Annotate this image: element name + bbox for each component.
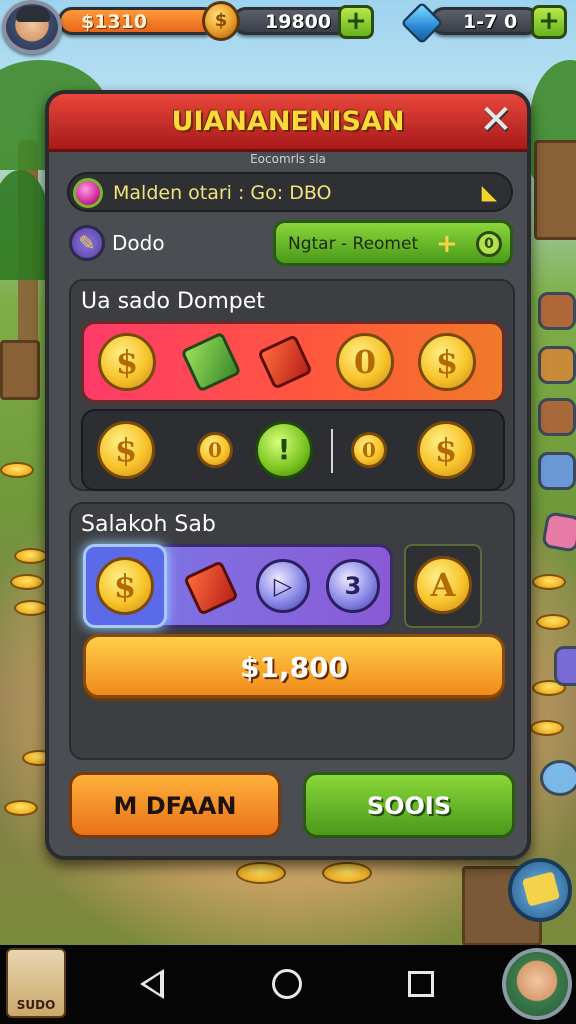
zero-coin-icon[interactable]: 0: [336, 333, 394, 391]
dollar-coin-icon[interactable]: $: [418, 333, 476, 391]
offer-strip: $ ▷ 3: [83, 544, 393, 628]
add-gold-button[interactable]: +: [338, 5, 374, 39]
bg-coin: [0, 462, 34, 478]
top-hud: $1310 19800 $ + 1-7 0 +: [0, 0, 576, 54]
divider: [331, 429, 333, 473]
a-coin-icon[interactable]: A: [414, 556, 472, 614]
gem-bar: 1-7 0: [430, 7, 540, 35]
reward-strip-top: $ 0 $: [81, 321, 505, 403]
dollar-coin-icon[interactable]: $: [96, 557, 154, 615]
back-icon[interactable]: [140, 969, 164, 999]
dollar-coin-icon[interactable]: $: [97, 421, 155, 479]
player-avatar-icon[interactable]: [2, 0, 62, 54]
side-tool-button[interactable]: [538, 292, 576, 330]
bg-coin: [322, 862, 372, 884]
salakoh-section: Salakoh Sab $ ▷ 3 A $1,800: [69, 502, 515, 760]
bg-coin: [536, 614, 570, 630]
side-flower-button[interactable]: [538, 452, 576, 490]
left-action-label: M DFAAN: [113, 792, 237, 820]
bg-coin: [236, 862, 286, 884]
crate: [0, 340, 40, 400]
money-bar: $1310: [58, 7, 218, 35]
plus-icon: +: [538, 6, 560, 36]
pen-glyph: ✎: [78, 231, 96, 255]
buy-price-button[interactable]: $1,800: [83, 634, 505, 698]
sudo-app-icon[interactable]: SUDO: [6, 948, 66, 1018]
red-box-icon[interactable]: [257, 334, 313, 390]
recents-icon[interactable]: [408, 971, 434, 997]
gold-value: 19800: [265, 11, 332, 33]
coin-symbol: $: [214, 10, 228, 31]
info-bar[interactable]: Malden otari : Go: DBO ◣: [67, 172, 513, 212]
side-item-button[interactable]: [538, 398, 576, 436]
bg-coin: [14, 548, 48, 564]
dollar-coin-icon[interactable]: $: [98, 333, 156, 391]
small-coin-icon[interactable]: 0: [197, 432, 233, 468]
right-action-button[interactable]: SOOIS: [303, 772, 515, 838]
info-text: Malden otari : Go: DBO: [113, 182, 332, 204]
pink-gem-icon: [73, 178, 103, 208]
cheese-icon: [521, 871, 561, 907]
reomet-label: Ngtar - Reomet: [288, 234, 419, 254]
reward-strip-bottom: $ 0 ! 0 $: [81, 409, 505, 491]
three-coin-icon[interactable]: 3: [326, 559, 380, 613]
extra-slot[interactable]: A: [404, 544, 482, 628]
dompet-section: Ua sado Dompet $ 0 $ $ 0 ! 0 $: [69, 279, 515, 491]
side-gem-button[interactable]: [554, 646, 576, 686]
salakoh-title: Salakoh Sab: [81, 512, 216, 537]
green-coin-icon[interactable]: !: [255, 421, 313, 479]
dompet-title: Ua sado Dompet: [81, 289, 265, 314]
add-gems-button[interactable]: +: [531, 5, 567, 39]
right-action-label: SOOIS: [366, 792, 452, 820]
sudo-label: SUDO: [16, 998, 56, 1012]
bg-coin: [532, 574, 566, 590]
bush: [0, 170, 50, 280]
bg-coin: [4, 800, 38, 816]
bg-coin: [530, 720, 564, 736]
side-gift-button[interactable]: [541, 511, 576, 553]
red-box-icon[interactable]: [183, 560, 239, 616]
system-nav-bar: [0, 945, 576, 1024]
dialog-subtitle: Eocomrls sla: [250, 152, 326, 166]
pen-icon: ✎: [69, 225, 105, 261]
profile-avatar-icon[interactable]: [502, 948, 572, 1020]
side-map-button[interactable]: [538, 346, 576, 384]
dialog-header: UIANANENISAN ✕: [49, 94, 527, 152]
cheese-button-icon[interactable]: [508, 858, 572, 922]
left-action-button[interactable]: M DFAAN: [69, 772, 281, 838]
side-disc-button[interactable]: [540, 760, 576, 796]
close-button[interactable]: ✕: [479, 100, 513, 140]
money-value: $1310: [81, 11, 148, 33]
shop-dialog: UIANANENISAN ✕ Eocomrls sla Malden otari…: [45, 90, 531, 860]
hut: [534, 140, 576, 240]
play-coin-icon[interactable]: ▷: [256, 559, 310, 613]
bg-coin: [10, 574, 44, 590]
coin-icon: 0: [476, 231, 502, 257]
coin-icon: $: [202, 1, 240, 41]
plus-icon: +: [345, 6, 367, 36]
home-icon[interactable]: [272, 969, 302, 999]
green-box-icon[interactable]: [180, 331, 242, 393]
small-coin-icon[interactable]: 0: [351, 432, 387, 468]
dollar-coin-icon[interactable]: $: [417, 421, 475, 479]
bg-coin: [14, 600, 48, 616]
dodo-label: Dodo: [112, 231, 165, 255]
gem-value: 1-7 0: [463, 11, 518, 33]
dialog-title: UIANANENISAN: [171, 106, 405, 137]
reomet-button[interactable]: Ngtar - Reomet + 0: [273, 220, 513, 266]
arrow-icon: ◣: [481, 180, 497, 204]
price-label: $1,800: [239, 651, 349, 684]
plus-icon: +: [436, 229, 458, 259]
